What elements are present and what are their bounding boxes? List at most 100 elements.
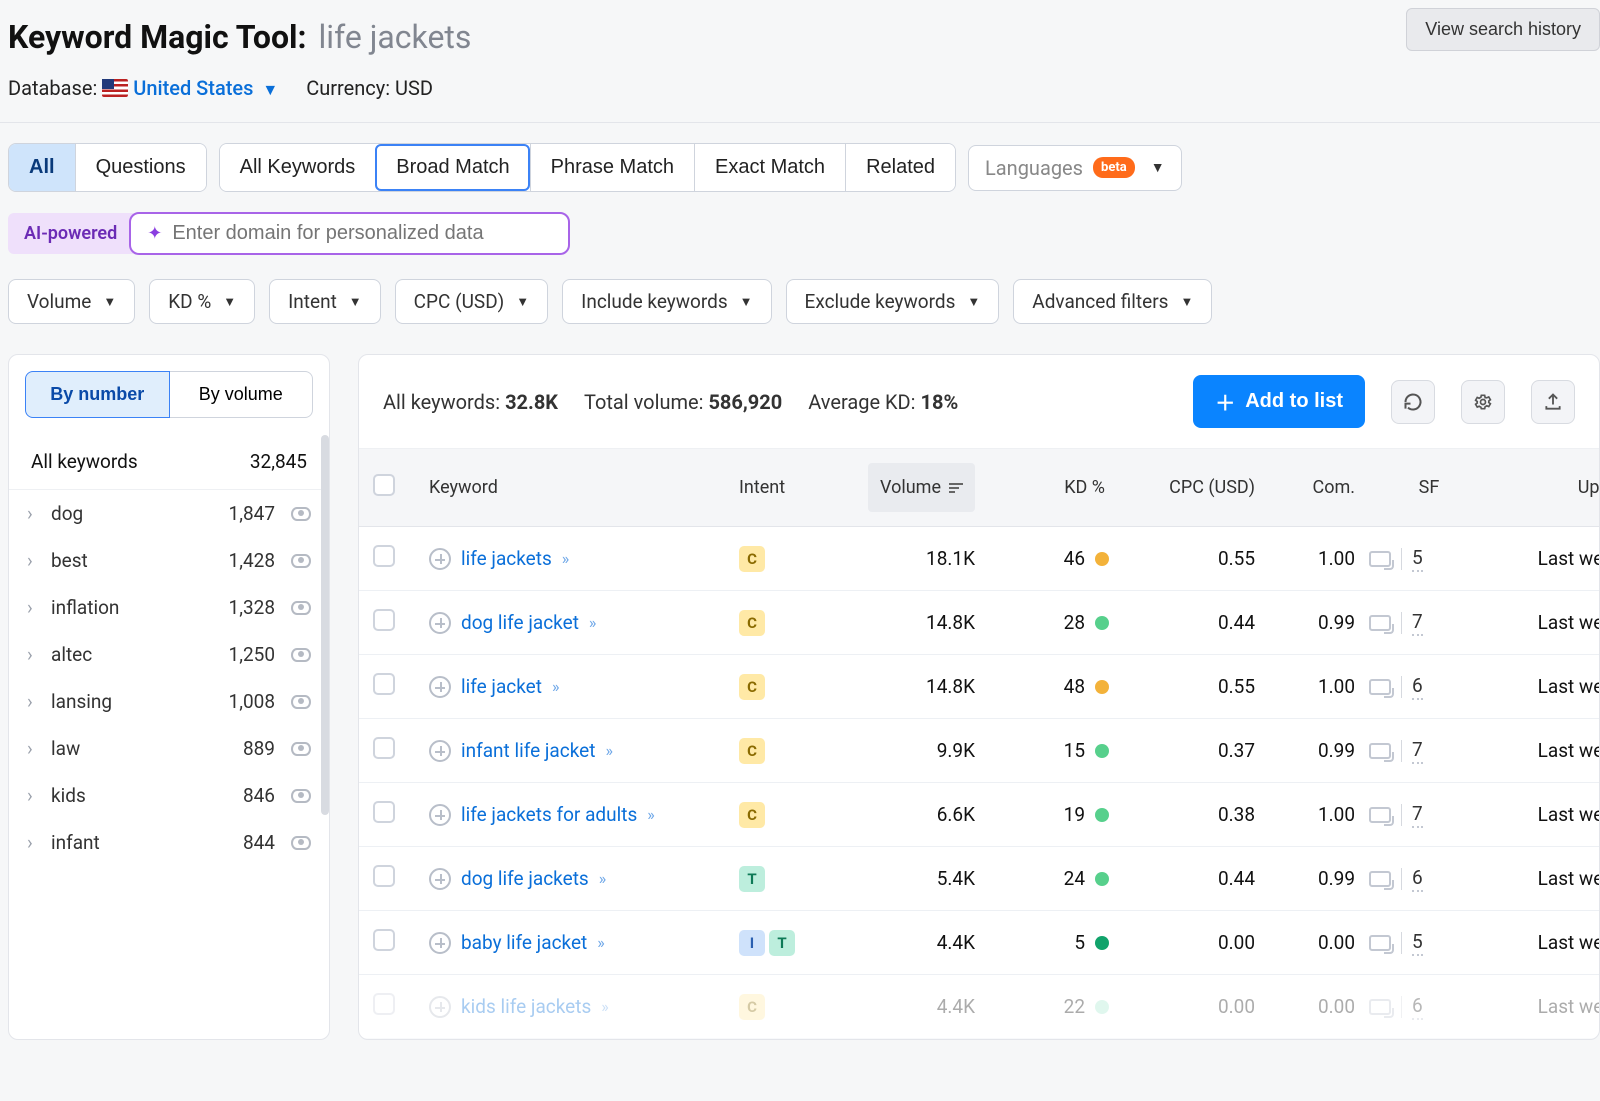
serp-preview-icon[interactable] <box>1369 999 1391 1015</box>
open-keyword-icon[interactable]: » <box>601 997 609 1016</box>
add-keyword-icon[interactable] <box>429 740 451 762</box>
database-country-link[interactable]: United States <box>133 76 253 100</box>
keyword-link[interactable]: life jacket <box>461 675 542 698</box>
tab-exact-match[interactable]: Exact Match <box>694 144 845 191</box>
serp-preview-icon[interactable] <box>1369 743 1391 759</box>
add-keyword-icon[interactable] <box>429 868 451 890</box>
ai-domain-input-wrap[interactable]: ✦ <box>129 212 570 255</box>
sort-by-volume-button[interactable]: By volume <box>170 371 314 418</box>
serp-preview-icon[interactable] <box>1369 679 1391 695</box>
serp-preview-icon[interactable] <box>1369 551 1391 567</box>
serp-preview-icon[interactable] <box>1369 615 1391 631</box>
open-keyword-icon[interactable]: » <box>599 869 607 888</box>
filter-advanced[interactable]: Advanced filters▼ <box>1013 279 1212 324</box>
row-checkbox[interactable] <box>373 801 395 823</box>
row-checkbox[interactable] <box>373 609 395 631</box>
ai-domain-input[interactable] <box>172 222 552 245</box>
row-checkbox[interactable] <box>373 545 395 567</box>
keyword-link[interactable]: kids life jackets <box>461 995 591 1018</box>
keyword-link[interactable]: life jackets for adults <box>461 803 637 826</box>
col-com[interactable]: Com. <box>1269 477 1369 498</box>
add-keyword-icon[interactable] <box>429 676 451 698</box>
eye-icon[interactable] <box>291 648 311 662</box>
keyword-link[interactable]: infant life jacket <box>461 739 595 762</box>
open-keyword-icon[interactable]: » <box>605 741 613 760</box>
chevron-down-icon[interactable]: ▼ <box>262 80 278 99</box>
tab-phrase-match[interactable]: Phrase Match <box>530 144 694 191</box>
col-sf[interactable]: SF <box>1369 477 1489 498</box>
add-keyword-icon[interactable] <box>429 612 451 634</box>
add-keyword-icon[interactable] <box>429 804 451 826</box>
keyword-link[interactable]: dog life jacket <box>461 611 579 634</box>
sidebar-item-law[interactable]: › law 889 <box>9 725 329 772</box>
select-all-checkbox[interactable] <box>373 474 395 496</box>
sidebar-item-lansing[interactable]: › lansing 1,008 <box>9 678 329 725</box>
sort-by-number-button[interactable]: By number <box>25 371 170 418</box>
sf-cell[interactable]: 7 <box>1369 610 1489 636</box>
add-keyword-icon[interactable] <box>429 548 451 570</box>
row-checkbox[interactable] <box>373 993 395 1015</box>
sidebar-all-keywords[interactable]: All keywords 32,845 <box>9 434 329 490</box>
sidebar-item-kids[interactable]: › kids 846 <box>9 772 329 819</box>
filter-exclude-keywords[interactable]: Exclude keywords▼ <box>786 279 1000 324</box>
eye-icon[interactable] <box>291 695 311 709</box>
open-keyword-icon[interactable]: » <box>589 613 597 632</box>
sf-cell[interactable]: 7 <box>1369 738 1489 764</box>
add-keyword-icon[interactable] <box>429 932 451 954</box>
sf-cell[interactable]: 7 <box>1369 802 1489 828</box>
col-updated[interactable]: Updated <box>1489 477 1600 498</box>
sidebar-item-altec[interactable]: › altec 1,250 <box>9 631 329 678</box>
keyword-link[interactable]: dog life jackets <box>461 867 589 890</box>
col-cpc[interactable]: CPC (USD) <box>1119 477 1269 498</box>
export-button[interactable] <box>1531 380 1575 424</box>
filter-volume[interactable]: Volume▼ <box>8 279 135 324</box>
sf-cell[interactable]: 6 <box>1369 866 1489 892</box>
eye-icon[interactable] <box>291 554 311 568</box>
row-checkbox[interactable] <box>373 865 395 887</box>
sf-cell[interactable]: 5 <box>1369 546 1489 572</box>
sidebar-item-best[interactable]: › best 1,428 <box>9 537 329 584</box>
sf-cell[interactable]: 5 <box>1369 930 1489 956</box>
filter-intent[interactable]: Intent▼ <box>269 279 381 324</box>
sidebar-item-dog[interactable]: › dog 1,847 <box>9 490 329 537</box>
keyword-link[interactable]: life jackets <box>461 547 552 570</box>
row-checkbox[interactable] <box>373 929 395 951</box>
tab-all-keywords[interactable]: All Keywords <box>220 144 376 191</box>
col-kd[interactable]: KD % <box>989 477 1119 498</box>
open-keyword-icon[interactable]: » <box>647 805 655 824</box>
add-to-list-button[interactable]: ＋Add to list <box>1193 375 1365 428</box>
serp-preview-icon[interactable] <box>1369 935 1391 951</box>
filter-include-keywords[interactable]: Include keywords▼ <box>562 279 771 324</box>
sidebar-item-infant[interactable]: › infant 844 <box>9 819 329 866</box>
keyword-link[interactable]: baby life jacket <box>461 931 587 954</box>
sf-cell[interactable]: 6 <box>1369 994 1489 1020</box>
filter-kd[interactable]: KD %▼ <box>149 279 255 324</box>
eye-icon[interactable] <box>291 742 311 756</box>
tab-questions[interactable]: Questions <box>75 144 206 191</box>
languages-dropdown[interactable]: Languages beta ▼ <box>968 145 1182 191</box>
settings-button[interactable] <box>1461 380 1505 424</box>
tab-broad-match[interactable]: Broad Match <box>375 144 529 191</box>
serp-preview-icon[interactable] <box>1369 807 1391 823</box>
open-keyword-icon[interactable]: » <box>552 677 560 696</box>
col-keyword[interactable]: Keyword <box>429 477 739 498</box>
eye-icon[interactable] <box>291 836 311 850</box>
serp-preview-icon[interactable] <box>1369 871 1391 887</box>
refresh-button[interactable] <box>1391 380 1435 424</box>
filter-cpc[interactable]: CPC (USD)▼ <box>395 279 549 324</box>
sidebar-item-inflation[interactable]: › inflation 1,328 <box>9 584 329 631</box>
col-volume[interactable]: Volume <box>839 463 989 512</box>
col-intent[interactable]: Intent <box>739 477 839 498</box>
open-keyword-icon[interactable]: » <box>562 549 570 568</box>
eye-icon[interactable] <box>291 601 311 615</box>
eye-icon[interactable] <box>291 507 311 521</box>
view-search-history-button[interactable]: View search history <box>1406 8 1600 51</box>
tab-all[interactable]: All <box>9 144 75 191</box>
open-keyword-icon[interactable]: » <box>597 933 605 952</box>
sf-cell[interactable]: 6 <box>1369 674 1489 700</box>
eye-icon[interactable] <box>291 789 311 803</box>
row-checkbox[interactable] <box>373 673 395 695</box>
tab-related[interactable]: Related <box>845 144 955 191</box>
scrollbar[interactable] <box>321 435 329 815</box>
row-checkbox[interactable] <box>373 737 395 759</box>
